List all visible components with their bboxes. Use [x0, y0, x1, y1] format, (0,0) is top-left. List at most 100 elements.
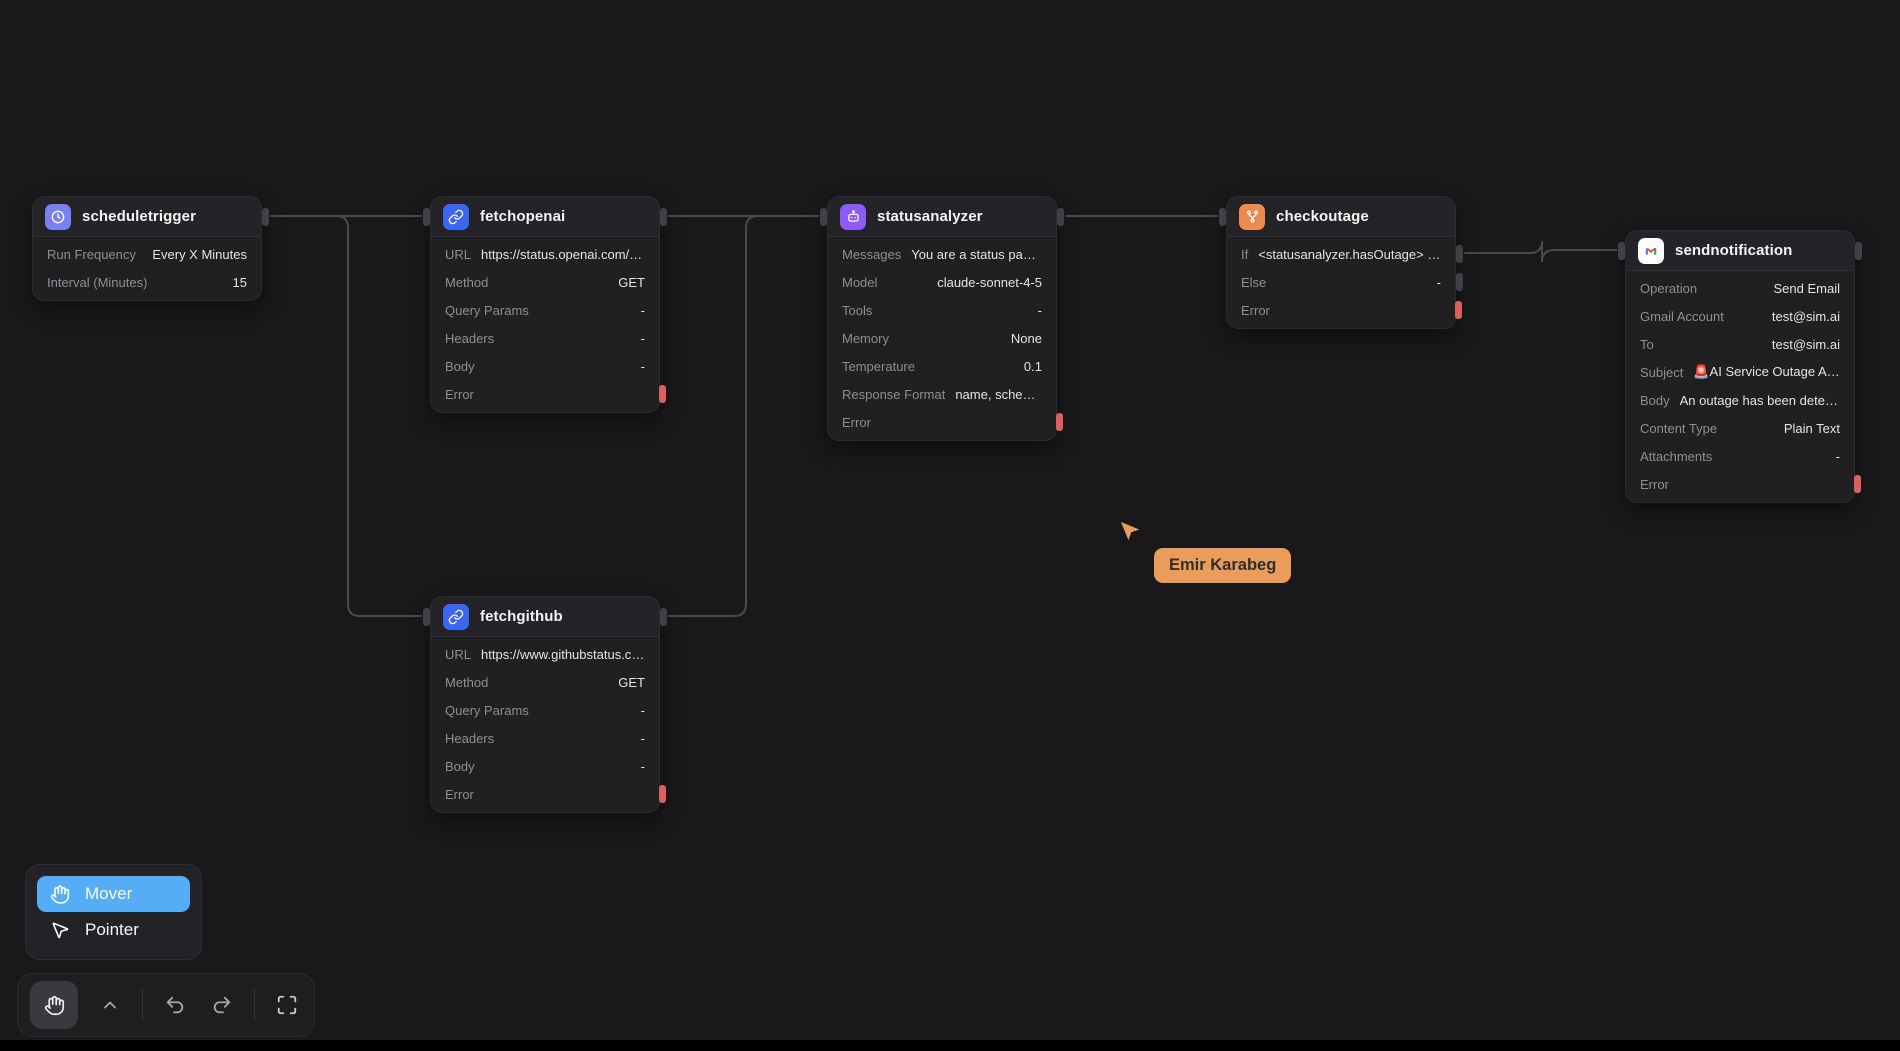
row-value: Plain Text [1727, 421, 1840, 436]
row-label: Messages [842, 247, 901, 262]
workflow-node-statusanalyzer[interactable]: statusanalyzer MessagesYou are a status p… [827, 196, 1057, 441]
node-row: Query Params- [431, 696, 659, 724]
pointer-icon [50, 920, 70, 940]
input-port[interactable] [423, 608, 430, 626]
node-title: checkoutage [1276, 208, 1369, 225]
row-value: 0.1 [925, 359, 1042, 374]
row-value: https://status.openai.com/api… [481, 247, 645, 262]
node-row: To test@sim.ai [1626, 330, 1854, 358]
node-header[interactable]: scheduletrigger [33, 197, 261, 237]
tools-expand-button[interactable] [95, 990, 125, 1020]
row-label: Interval (Minutes) [47, 275, 147, 290]
row-label: Headers [445, 731, 494, 746]
edge-checkoutage-to-sendnotification[interactable] [1464, 241, 1617, 262]
node-row: MemoryNone [828, 324, 1056, 352]
row-label: Subject [1640, 365, 1683, 380]
row-label: Body [445, 759, 475, 774]
row-value: name, schema +1 [955, 387, 1042, 402]
node-body: URLhttps://status.openai.com/api…MethodG… [431, 237, 659, 412]
node-row: Modelclaude-sonnet-4-5 [828, 268, 1056, 296]
row-value: - [539, 303, 645, 318]
row-value: GET [498, 275, 645, 290]
row-label: Error [1241, 303, 1270, 318]
row-label: To [1640, 337, 1654, 352]
fullscreen-button[interactable] [272, 990, 302, 1020]
clock-icon [45, 204, 71, 230]
row-value: - [1722, 449, 1840, 464]
output-port-header[interactable] [1855, 242, 1862, 260]
node-header[interactable]: statusanalyzer [828, 197, 1056, 237]
tool-menu-item-mover[interactable]: Mover [37, 876, 190, 912]
node-row: MessagesYou are a status page an… [828, 240, 1056, 268]
workflow-node-fetchgithub[interactable]: fetchgithubURLhttps://www.githubstatus.c… [430, 596, 660, 813]
row-label: URL [445, 247, 471, 262]
input-port[interactable] [1618, 242, 1625, 260]
node-title: fetchopenai [480, 208, 565, 225]
toolbar-divider [254, 989, 255, 1021]
workflow-node-checkoutage[interactable]: checkoutageIf<statusanalyzer.hasOutage> … [1226, 196, 1456, 329]
input-port[interactable] [1219, 208, 1226, 226]
row-label: Error [1640, 477, 1669, 492]
node-body: URLhttps://www.githubstatus.co…MethodGET… [431, 637, 659, 812]
row-label: Method [445, 675, 488, 690]
node-body: MessagesYou are a status page an…Modelcl… [828, 237, 1056, 440]
toolbar-divider [142, 989, 143, 1021]
branch-icon [1239, 204, 1265, 230]
output-port-row0[interactable] [1456, 245, 1463, 263]
bot-icon [840, 204, 866, 230]
undo-button[interactable] [160, 990, 190, 1020]
node-header[interactable]: fetchopenai [431, 197, 659, 237]
undo-icon [164, 994, 186, 1016]
output-port-header[interactable] [660, 208, 667, 226]
row-value: - [485, 359, 645, 374]
output-port-row1[interactable] [1456, 273, 1463, 291]
node-header[interactable]: fetchgithub [431, 597, 659, 637]
error-indicator [1056, 413, 1063, 431]
row-value: test@sim.ai [1734, 309, 1840, 324]
error-indicator [659, 785, 666, 803]
workflow-node-scheduletrigger[interactable]: scheduletriggerRun FrequencyEvery X Minu… [32, 196, 262, 301]
node-header[interactable]: sendnotification [1626, 231, 1854, 271]
edge-scheduletrigger-to-fetchgithub[interactable] [270, 216, 422, 616]
node-row: OperationSend Email [1626, 274, 1854, 302]
tool-menu-item-pointer[interactable]: Pointer [37, 912, 190, 948]
row-value: test@sim.ai [1664, 337, 1840, 352]
redo-button[interactable] [207, 990, 237, 1020]
node-row: Method GET [431, 668, 659, 696]
row-value: 15 [157, 275, 247, 290]
api-icon [443, 204, 469, 230]
workflow-node-fetchopenai[interactable]: fetchopenai URL https://status.openai.com/… [430, 196, 660, 413]
row-label: Else [1241, 275, 1266, 290]
pan-tool-button[interactable] [30, 981, 78, 1029]
row-value: An outage has been detecte… [1680, 393, 1840, 408]
row-value: claude-sonnet-4-5 [887, 275, 1042, 290]
node-row: Content TypePlain Text [1626, 414, 1854, 442]
row-label: Query Params [445, 703, 529, 718]
node-header[interactable]: checkoutage [1227, 197, 1455, 237]
output-port-header[interactable] [1057, 208, 1064, 226]
node-title: fetchgithub [480, 608, 563, 625]
node-row: Body An outage has been detecte… [1626, 386, 1854, 414]
input-port[interactable] [423, 208, 430, 226]
row-label: Error [445, 387, 474, 402]
input-port[interactable] [820, 208, 827, 226]
output-port-header[interactable] [262, 208, 269, 226]
canvas-toolbar [17, 973, 315, 1037]
row-label: Body [1640, 393, 1670, 408]
output-port-header[interactable] [660, 608, 667, 626]
gmail-icon [1638, 238, 1664, 264]
row-label: Tools [842, 303, 872, 318]
node-row: Temperature0.1 [828, 352, 1056, 380]
node-row: Response Formatname, schema +1 [828, 380, 1056, 408]
workflow-node-sendnotification[interactable]: sendnotification OperationSend EmailGmail… [1625, 230, 1855, 503]
row-label: Error [842, 415, 871, 430]
row-value: GET [498, 675, 645, 690]
node-body: Run FrequencyEvery X MinutesInterval (Mi… [33, 237, 261, 300]
node-row: Error [1227, 296, 1455, 324]
node-row: Gmail Accounttest@sim.ai [1626, 302, 1854, 330]
node-row: Error [431, 380, 659, 408]
row-value: Send Email [1707, 281, 1840, 296]
edge-fetchgithub-to-statusanalyzer[interactable] [668, 216, 819, 616]
node-title: statusanalyzer [877, 208, 983, 225]
row-value: <statusanalyzer.hasOutage> ===… [1258, 247, 1441, 262]
